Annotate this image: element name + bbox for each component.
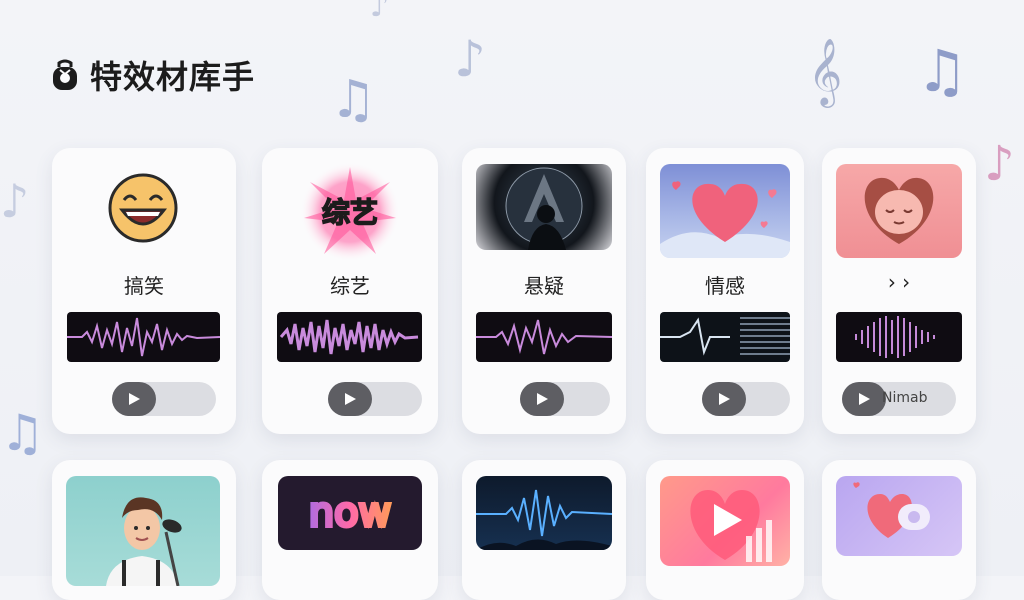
variety-thumb-text: 综艺 (322, 196, 378, 229)
waveform-preview (67, 312, 220, 362)
category-card-suspense[interactable]: 悬疑 (462, 148, 626, 434)
play-button[interactable] (520, 382, 564, 416)
category-card[interactable] (646, 460, 804, 600)
audio-player[interactable] (112, 382, 216, 416)
play-icon (719, 393, 730, 405)
page-title-text: 特效材库手 (90, 58, 256, 96)
silhouette-mystery-icon (476, 164, 612, 250)
category-card[interactable]: now (262, 460, 438, 600)
play-icon (129, 393, 140, 405)
category-card-emotion[interactable]: 情感 (646, 148, 804, 434)
play-icon (859, 393, 870, 405)
waveform-preview (476, 312, 612, 362)
heart-icon (660, 164, 790, 258)
category-card[interactable] (52, 460, 236, 600)
play-button[interactable] (112, 382, 156, 416)
blue-waveform-icon (476, 476, 612, 550)
page-title: 特效材库手 (50, 52, 255, 98)
music-note-icon: ♪ (370, 0, 390, 24)
category-card-more[interactable]: › › Nimab (822, 148, 976, 434)
singer-microphone-icon (66, 476, 220, 586)
bag-icon (53, 59, 77, 90)
category-card-funny[interactable]: 搞笑 (52, 148, 236, 434)
heart-link-icon (836, 476, 962, 556)
category-card-variety[interactable]: 综艺 综艺 (262, 148, 438, 434)
music-note-icon: ♪ (984, 136, 1015, 192)
music-note-icon: ♫ (916, 37, 968, 105)
laughing-face-icon (102, 172, 184, 244)
play-button[interactable] (328, 382, 372, 416)
category-label: › › (887, 270, 911, 294)
audio-player[interactable] (702, 382, 790, 416)
music-note-icon: ♫ (0, 404, 45, 462)
treble-clef-icon: 𝄞 (808, 37, 843, 105)
audio-player[interactable] (328, 382, 422, 416)
play-button[interactable] (702, 382, 746, 416)
category-card[interactable] (822, 460, 976, 600)
category-label: 情感 (705, 274, 745, 298)
now-thumb-text: now (309, 490, 392, 536)
player-label: Nimab (882, 390, 928, 406)
now-neon-icon: now (278, 476, 422, 550)
music-note-icon: ♪ (454, 30, 486, 88)
category-label: 综艺 (330, 274, 370, 298)
play-button[interactable] (842, 382, 886, 416)
category-label: 搞笑 (124, 274, 164, 298)
music-note-icon: ♪ (0, 174, 30, 228)
audio-player[interactable]: Nimab (842, 382, 956, 416)
play-icon (537, 393, 548, 405)
heart-face-icon (836, 164, 962, 258)
category-card[interactable] (462, 460, 626, 600)
category-label: 悬疑 (524, 274, 564, 298)
waveform-preview (277, 312, 422, 362)
music-note-icon: ♫ (330, 70, 377, 130)
play-heart-icon (660, 476, 790, 566)
starburst-variety-icon: 综艺 (300, 162, 400, 262)
play-icon (345, 393, 356, 405)
waveform-preview (836, 312, 962, 362)
audio-player[interactable] (520, 382, 610, 416)
waveform-preview (660, 312, 790, 362)
